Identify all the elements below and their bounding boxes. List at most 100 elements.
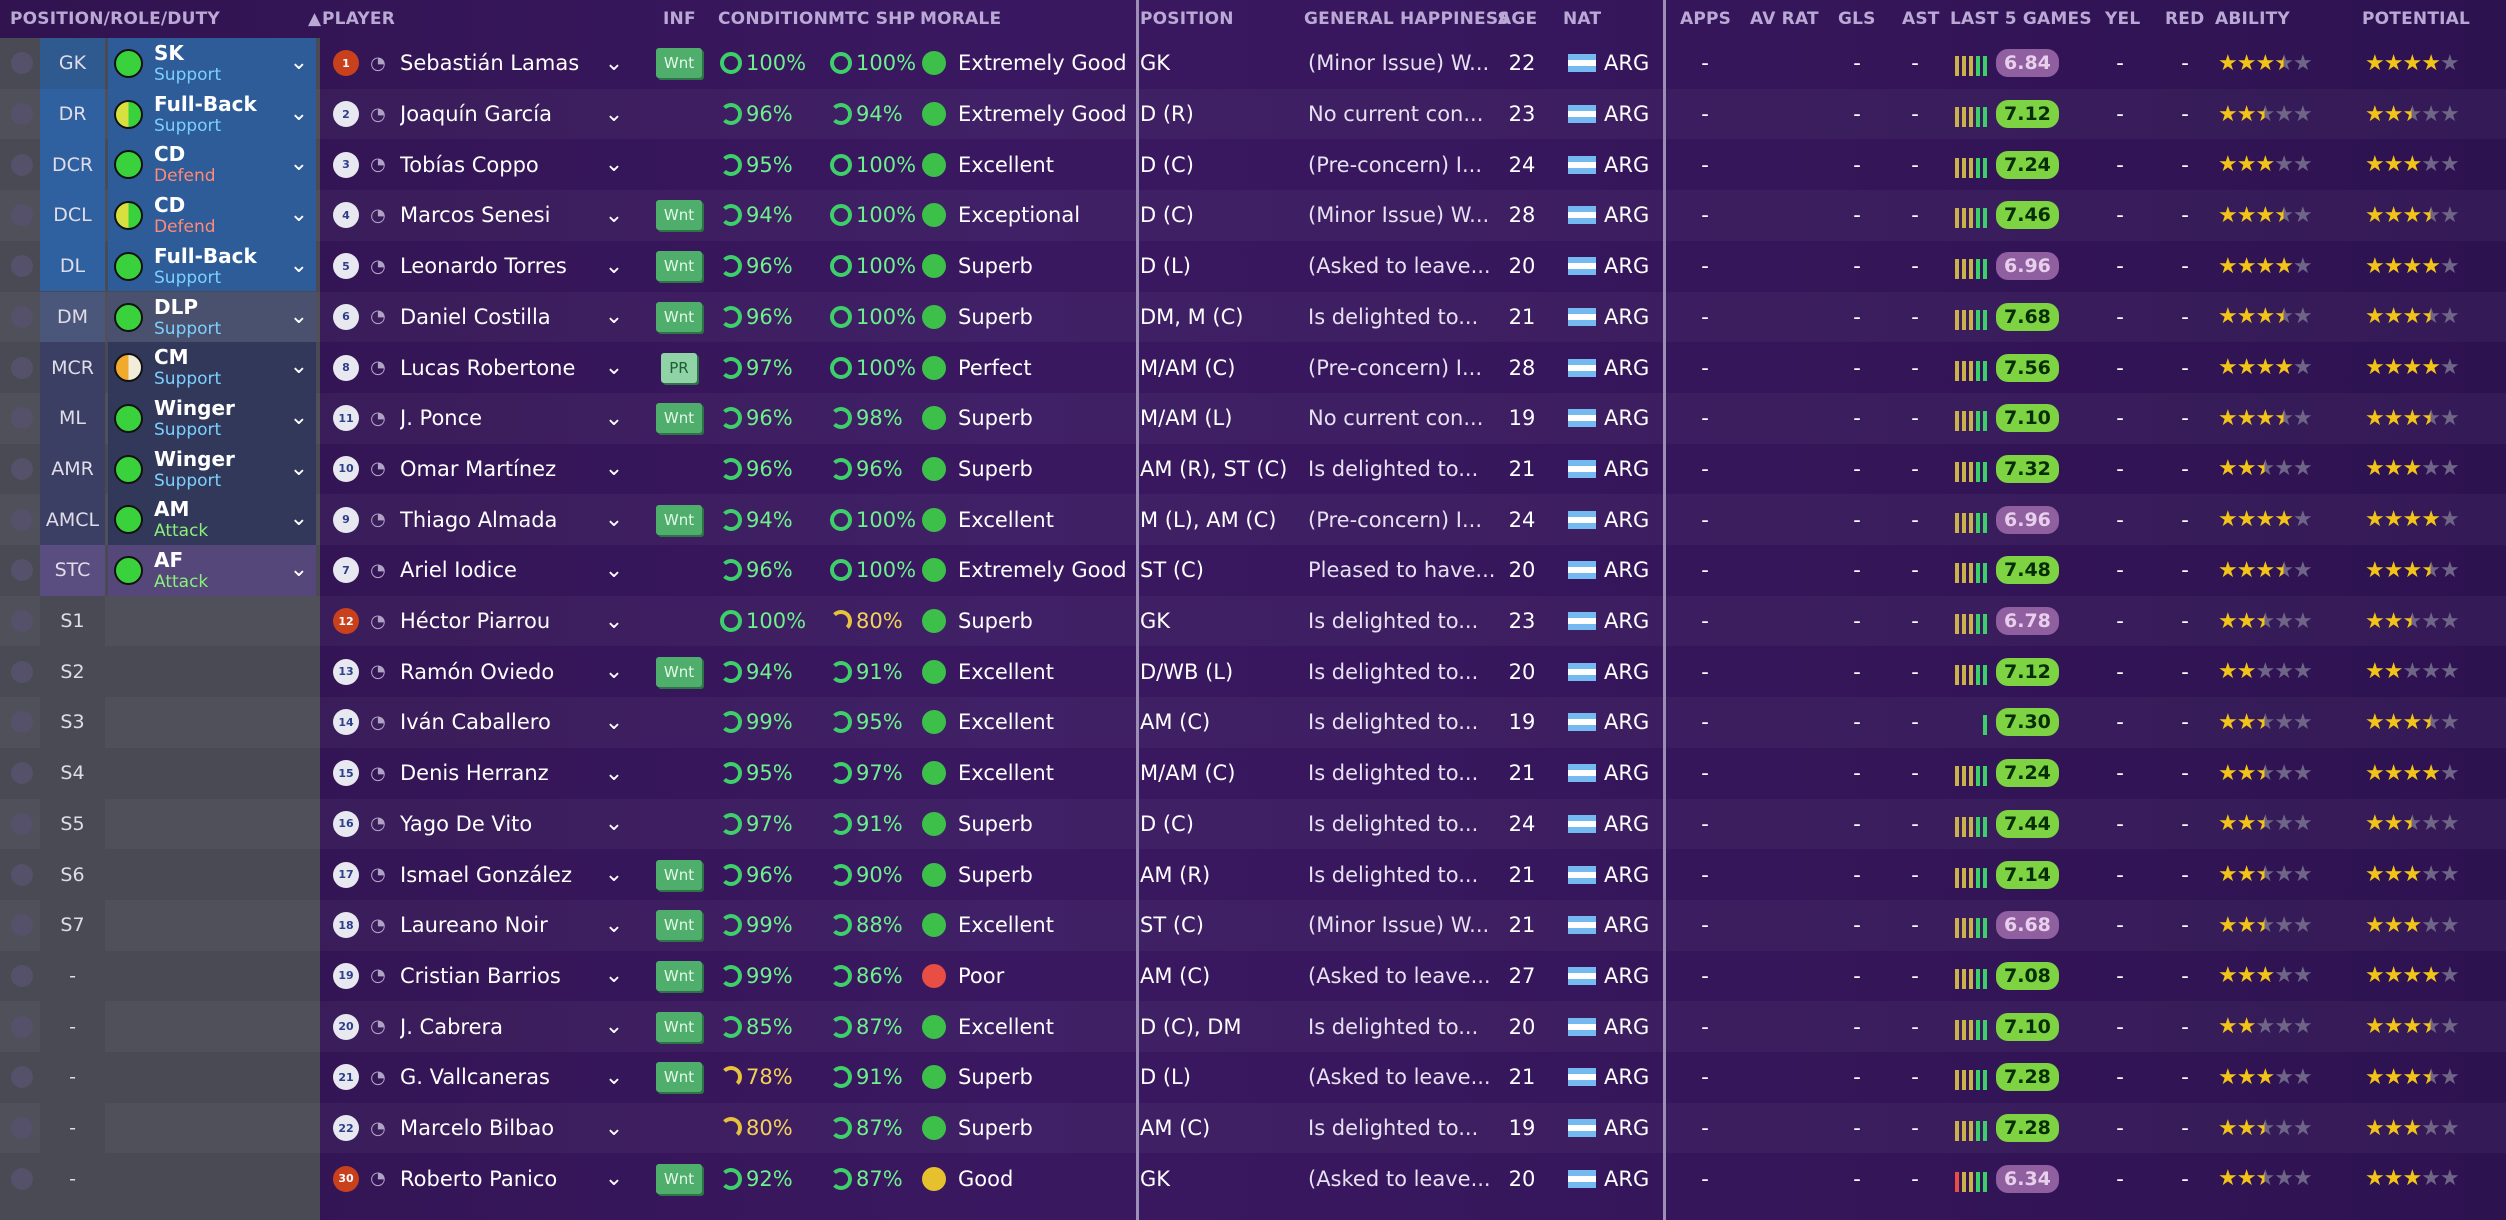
chevron-down-icon[interactable]: ⌄ xyxy=(600,190,628,241)
general-happiness[interactable]: (Asked to leave... xyxy=(1308,1153,1498,1204)
select-checkbox[interactable] xyxy=(8,1052,36,1103)
table-row[interactable]: - 20 ◔ J. Cabrera ⌄ Wnt 85% 87% Excellent D (C), … xyxy=(0,1001,2506,1052)
col-player[interactable]: PLAYER xyxy=(322,9,395,29)
select-checkbox[interactable] xyxy=(8,596,36,647)
select-checkbox[interactable] xyxy=(8,38,36,89)
position-slot[interactable]: ML xyxy=(40,392,105,444)
table-row[interactable]: S1 12 ◔ Héctor Piarrou ⌄ 100% 80% Superb GK Is de… xyxy=(0,595,2506,647)
position-slot[interactable]: S6 xyxy=(40,849,105,900)
col-age[interactable]: AGE xyxy=(1498,9,1537,29)
status-badge[interactable]: Wnt xyxy=(655,656,703,687)
table-row[interactable]: S7 18 ◔ Laureano Noir ⌄ Wnt 99% 88% Excellent ST … xyxy=(0,899,2506,951)
col-av-rat[interactable]: AV RAT xyxy=(1750,9,1819,29)
select-checkbox[interactable] xyxy=(8,951,36,1002)
general-happiness[interactable]: (Pre-concern) I... xyxy=(1308,494,1498,545)
role-duty-selector[interactable]: DLP Support ⌄ xyxy=(108,291,316,343)
general-happiness[interactable]: Is delighted to... xyxy=(1308,596,1498,647)
general-happiness[interactable]: (Asked to leave... xyxy=(1308,241,1498,292)
table-row[interactable]: DR Full-Back Support ⌄ 2 ◔ Joaquín García ⌄ 96% 9… xyxy=(0,88,2506,140)
general-happiness[interactable]: (Minor Issue) W... xyxy=(1308,38,1498,89)
player-name[interactable]: Yago De Vito xyxy=(400,799,610,850)
col-gls[interactable]: GLS xyxy=(1838,9,1876,29)
chevron-down-icon[interactable]: ⌄ xyxy=(290,304,308,329)
position-slot[interactable]: AMR xyxy=(40,443,105,495)
chevron-down-icon[interactable]: ⌄ xyxy=(290,151,308,176)
status-badge[interactable]: Wnt xyxy=(655,859,703,890)
chevron-down-icon[interactable]: ⌄ xyxy=(290,557,308,582)
general-happiness[interactable]: No current con... xyxy=(1308,89,1498,140)
status-badge[interactable]: Wnt xyxy=(655,910,703,941)
status-badge[interactable]: PR xyxy=(661,352,697,383)
table-row[interactable]: MCR CM Support ⌄ 8 ◔ Lucas Robertone ⌄ PR 97% 100%… xyxy=(0,342,2506,393)
select-checkbox[interactable] xyxy=(8,1103,36,1154)
position-slot[interactable]: S7 xyxy=(40,899,105,951)
position-slot[interactable]: DR xyxy=(40,88,105,140)
status-badge[interactable]: Wnt xyxy=(655,960,703,991)
general-happiness[interactable]: Pleased to have... xyxy=(1308,545,1498,596)
chevron-down-icon[interactable]: ⌄ xyxy=(600,697,628,748)
table-row[interactable]: GK SK Support ⌄ 1 ◔ Sebastián Lamas ⌄ Wnt 100% 100… xyxy=(0,38,2506,89)
select-checkbox[interactable] xyxy=(8,494,36,545)
general-happiness[interactable]: Is delighted to... xyxy=(1308,799,1498,850)
general-happiness[interactable]: Is delighted to... xyxy=(1308,1103,1498,1154)
chevron-down-icon[interactable]: ⌄ xyxy=(600,1103,628,1154)
table-row[interactable]: - 21 ◔ G. Vallcaneras ⌄ Wnt 78% 91% Superb D (L) (… xyxy=(0,1052,2506,1103)
table-row[interactable]: DM DLP Support ⌄ 6 ◔ Daniel Costilla ⌄ Wnt 96% 100… xyxy=(0,291,2506,343)
table-row[interactable]: - 30 ◔ Roberto Panico ⌄ Wnt 92% 87% Good GK (Asked… xyxy=(0,1153,2506,1205)
select-checkbox[interactable] xyxy=(8,1153,36,1204)
chevron-down-icon[interactable]: ⌄ xyxy=(290,101,308,126)
chevron-down-icon[interactable]: ⌄ xyxy=(600,1153,628,1204)
chevron-down-icon[interactable]: ⌄ xyxy=(600,38,628,89)
general-happiness[interactable]: Is delighted to... xyxy=(1308,697,1498,748)
select-checkbox[interactable] xyxy=(8,1001,36,1052)
role-duty-selector[interactable]: Full-Back Support ⌄ xyxy=(108,240,316,292)
role-duty-selector[interactable]: Winger Support ⌄ xyxy=(108,392,316,444)
player-name[interactable]: Ismael González xyxy=(400,849,610,900)
table-row[interactable]: AMR Winger Support ⌄ 10 ◔ Omar Martínez ⌄ 96% 96%… xyxy=(0,443,2506,495)
player-name[interactable]: Lucas Robertone xyxy=(400,342,610,393)
position-slot[interactable]: S4 xyxy=(40,747,105,799)
role-duty-selector[interactable]: SK Support ⌄ xyxy=(108,38,316,89)
status-badge[interactable]: Wnt xyxy=(655,251,703,282)
select-checkbox[interactable] xyxy=(8,849,36,900)
table-row[interactable]: DCL CD Defend ⌄ 4 ◔ Marcos Senesi ⌄ Wnt 94% 100% Ex… xyxy=(0,190,2506,241)
position-slot[interactable]: S2 xyxy=(40,646,105,698)
chevron-down-icon[interactable]: ⌄ xyxy=(600,292,628,343)
player-name[interactable]: Tobías Coppo xyxy=(400,139,610,190)
player-name[interactable]: Joaquín García xyxy=(400,89,610,140)
position-slot[interactable]: DCR xyxy=(40,139,105,191)
player-name[interactable]: Marcelo Bilbao xyxy=(400,1103,610,1154)
position-slot[interactable]: S3 xyxy=(40,697,105,748)
status-badge[interactable]: Wnt xyxy=(655,403,703,434)
chevron-down-icon[interactable]: ⌄ xyxy=(600,748,628,799)
chevron-down-icon[interactable]: ⌄ xyxy=(600,646,628,697)
chevron-down-icon[interactable]: ⌄ xyxy=(600,393,628,444)
general-happiness[interactable]: (Minor Issue) W... xyxy=(1308,190,1498,241)
general-happiness[interactable]: Is delighted to... xyxy=(1308,849,1498,900)
col-position[interactable]: POSITION xyxy=(1140,9,1234,29)
select-checkbox[interactable] xyxy=(8,545,36,596)
general-happiness[interactable]: (Pre-concern) I... xyxy=(1308,139,1498,190)
player-name[interactable]: Sebastián Lamas xyxy=(400,38,610,89)
general-happiness[interactable]: Is delighted to... xyxy=(1308,292,1498,343)
player-name[interactable]: J. Ponce xyxy=(400,393,610,444)
chevron-down-icon[interactable]: ⌄ xyxy=(600,951,628,1002)
chevron-down-icon[interactable]: ⌄ xyxy=(600,1001,628,1052)
col-nat[interactable]: NAT xyxy=(1563,9,1601,29)
player-name[interactable]: Héctor Piarrou xyxy=(400,596,610,647)
player-name[interactable]: Thiago Almada xyxy=(400,494,610,545)
position-slot[interactable]: DM xyxy=(40,291,105,343)
col-red[interactable]: RED xyxy=(2165,9,2204,29)
role-duty-selector[interactable]: CM Support ⌄ xyxy=(108,342,316,393)
player-name[interactable]: Leonardo Torres xyxy=(400,241,610,292)
role-duty-selector[interactable]: AM Attack ⌄ xyxy=(108,494,316,545)
player-name[interactable]: Roberto Panico xyxy=(400,1153,610,1204)
general-happiness[interactable]: (Pre-concern) I... xyxy=(1308,342,1498,393)
position-slot[interactable]: S1 xyxy=(40,595,105,647)
chevron-down-icon[interactable]: ⌄ xyxy=(290,253,308,278)
role-duty-selector[interactable]: Winger Support ⌄ xyxy=(108,443,316,495)
col-yel[interactable]: YEL xyxy=(2105,9,2140,29)
chevron-down-icon[interactable]: ⌄ xyxy=(600,89,628,140)
table-row[interactable]: DL Full-Back Support ⌄ 5 ◔ Leonardo Torres ⌄ Wnt… xyxy=(0,240,2506,292)
status-badge[interactable]: Wnt xyxy=(655,504,703,535)
